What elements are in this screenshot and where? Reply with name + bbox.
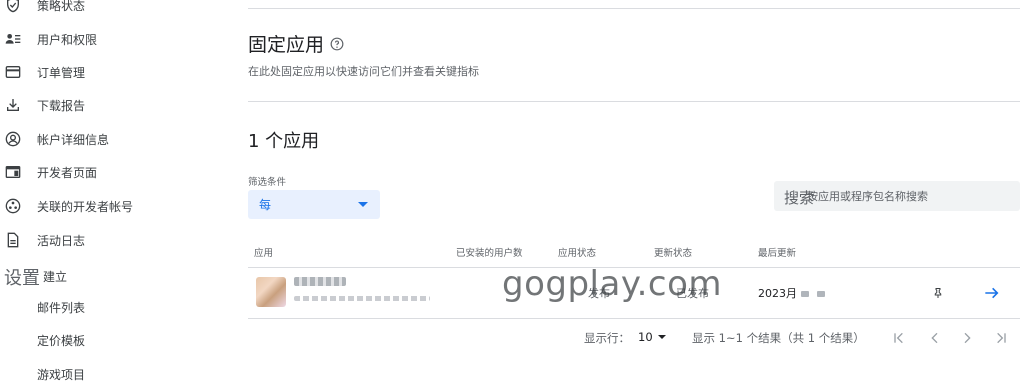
column-header-update-status[interactable]: 更新状态 [654, 245, 692, 259]
sidebar-item-linked-developer-accounts[interactable]: 关联的开发者帐号 [0, 191, 230, 221]
people-list-icon [5, 31, 21, 47]
last-updated-cell: 2023月 [758, 285, 825, 301]
sidebar-item-label: 下载报告 [37, 98, 86, 113]
sidebar-item-label: 定价模板 [37, 333, 86, 348]
sidebar-item-account-details[interactable]: 帐户详细信息 [0, 124, 230, 154]
main-content: 固定应用 在此处固定应用以快速访问它们并查看关键指标 1 个应用 筛选条件 每 … [230, 0, 1024, 382]
web-page-icon [5, 164, 21, 180]
document-icon [5, 232, 21, 248]
sidebar-item-label: 邮件列表 [37, 300, 86, 315]
sidebar-item-label: 帐户详细信息 [37, 132, 110, 147]
filter-label: 筛选条件 [248, 177, 287, 188]
account-circle-icon [5, 131, 21, 147]
last-updated-text: 2023月 [758, 287, 797, 300]
sidebar-item-policy-status[interactable]: 策略状态 [0, 0, 230, 20]
sidebar-item-developer-page[interactable]: 开发者页面 [0, 157, 230, 187]
sidebar-item-users-permissions[interactable]: 用户和权限 [0, 24, 230, 54]
redacted-date [817, 291, 825, 297]
filter-selected-value: 每 [259, 198, 272, 212]
pinned-apps-description: 在此处固定应用以快速访问它们并查看关键指标 [248, 65, 479, 78]
card-icon [5, 64, 21, 80]
section-divider [248, 101, 1020, 102]
sidebar-item-label: 订单管理 [37, 65, 86, 80]
table-bottom-divider [248, 318, 1020, 319]
app-count-title: 1 个应用 [248, 131, 320, 152]
sidebar-item-label: 游戏项目 [37, 367, 86, 382]
sidebar-item-order-management[interactable]: 订单管理 [0, 57, 230, 87]
sidebar: 策略状态 用户和权限 订单管理 下载报告 帐户详细信息 开发者页面 关联的开发者… [0, 0, 230, 382]
pinned-apps-heading: 固定应用 [248, 30, 344, 57]
sidebar-item-label: 关联的开发者帐号 [37, 199, 134, 214]
watermark: gogplay.com [502, 264, 723, 304]
arrow-right-icon[interactable] [984, 285, 1000, 299]
pin-icon[interactable] [932, 285, 944, 299]
download-icon [5, 97, 21, 113]
search-input[interactable] [807, 187, 1012, 205]
previous-page-icon[interactable] [926, 329, 944, 347]
app-package-redacted [294, 296, 430, 301]
app-name-redacted [294, 277, 346, 286]
top-divider [248, 8, 1020, 9]
rows-per-page-value: 10 [638, 330, 653, 344]
shield-check-icon [5, 0, 21, 13]
sidebar-item-label: 开发者页面 [37, 165, 98, 180]
last-page-icon[interactable] [992, 329, 1010, 347]
help-icon[interactable] [330, 37, 344, 51]
results-summary: 显示 1~1 个结果（共 1 个结果） [692, 331, 865, 345]
first-page-icon[interactable] [890, 329, 908, 347]
sidebar-item-label: 用户和权限 [37, 32, 98, 47]
linked-accounts-icon [5, 198, 21, 214]
column-header-last-updated[interactable]: 最后更新 [758, 245, 796, 259]
chevron-down-icon [657, 335, 666, 339]
column-header-installed-users[interactable]: 已安装的用户数 [456, 245, 523, 259]
settings-section-heading: 设置 [4, 268, 40, 289]
next-page-icon[interactable] [958, 329, 976, 347]
rows-per-page-select[interactable]: 10 [638, 330, 666, 344]
chevron-down-icon [358, 202, 368, 207]
redacted-date [801, 291, 809, 297]
sidebar-item-pricing-templates[interactable]: 定价模板 [0, 325, 230, 355]
pinned-apps-title: 固定应用 [248, 34, 325, 56]
sidebar-item-label: 活动日志 [37, 233, 86, 248]
filter-dropdown[interactable]: 每 [248, 190, 380, 219]
rows-per-page-label: 显示行： [584, 331, 630, 345]
sidebar-item-activity-log[interactable]: 活动日志 [0, 225, 230, 255]
app-icon [256, 277, 286, 307]
sidebar-item-label: 策略状态 [37, 0, 86, 13]
column-header-app-status[interactable]: 应用状态 [558, 245, 596, 259]
search-box[interactable]: 搜索 [774, 181, 1020, 211]
sidebar-item-download-reports[interactable]: 下载报告 [0, 90, 230, 120]
sidebar-item-game-projects[interactable]: 游戏项目 [0, 359, 230, 382]
settings-section-heading-tail: 建立 [43, 270, 68, 284]
sidebar-item-email-lists[interactable]: 邮件列表 [0, 292, 230, 322]
column-header-app[interactable]: 应用 [254, 245, 273, 259]
